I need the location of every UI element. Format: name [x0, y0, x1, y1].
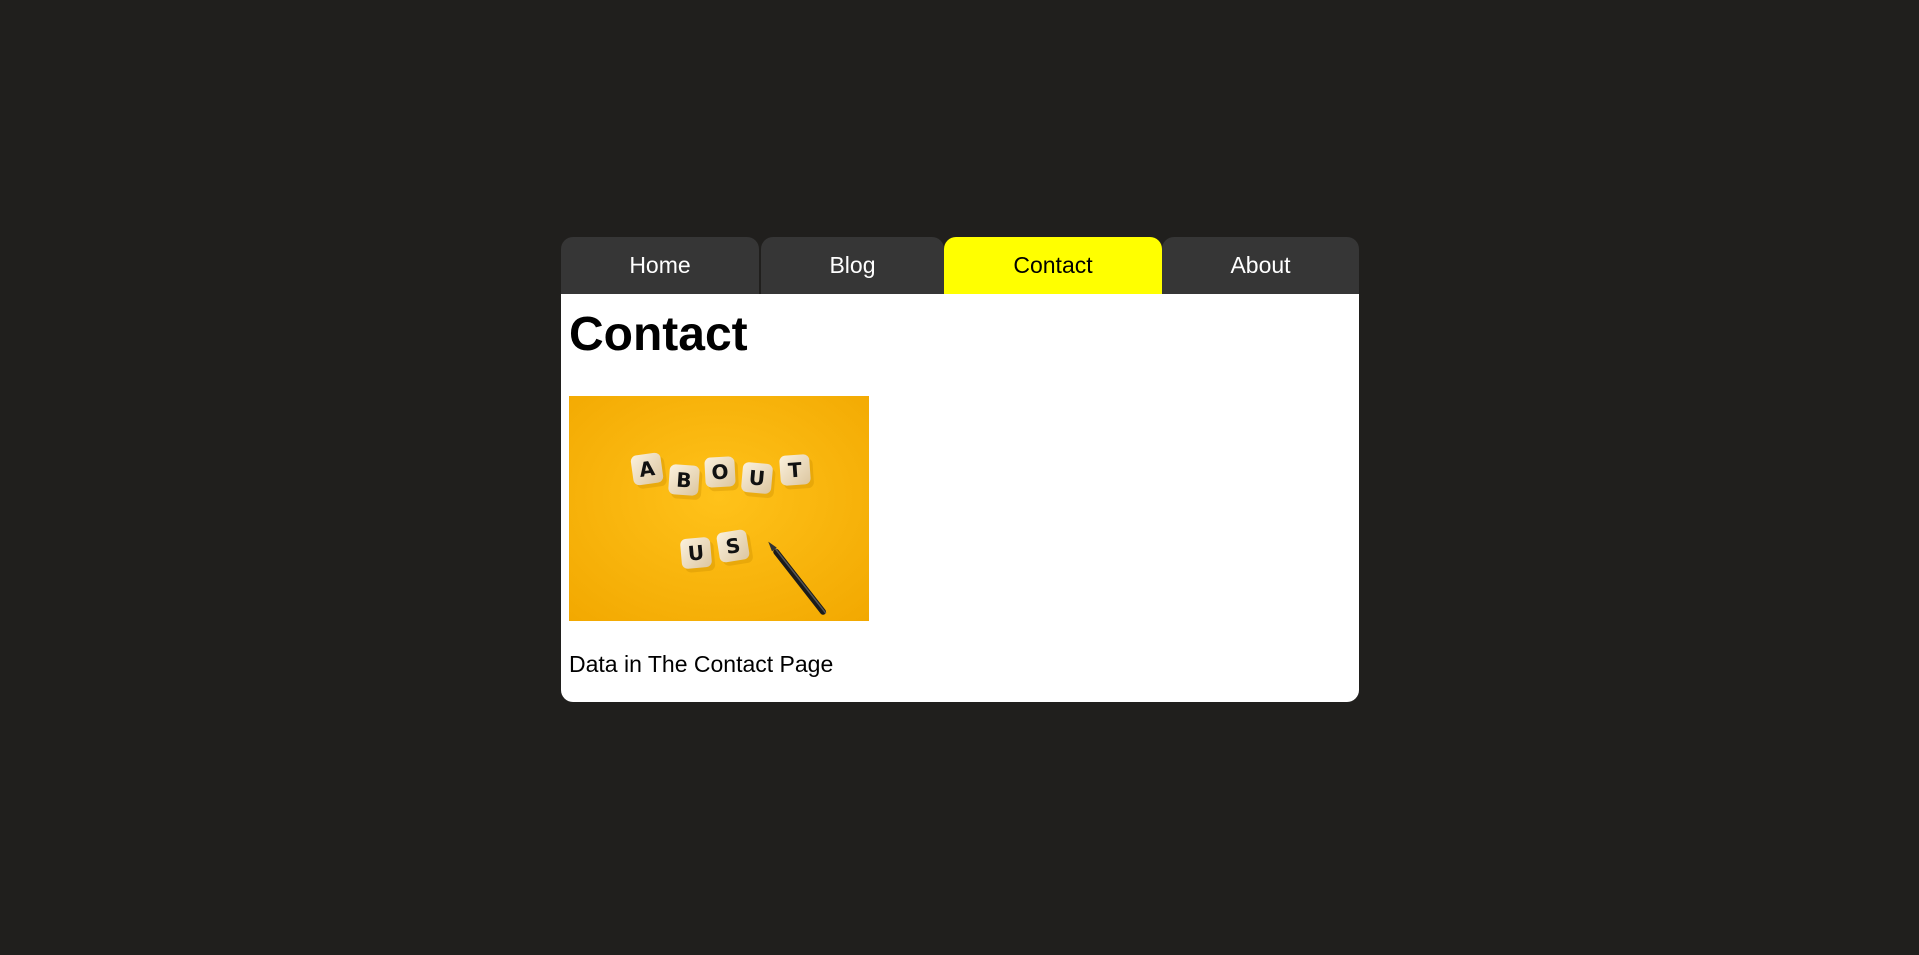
tab-panel: Contact A B O U T U S Data in The Contac…	[561, 294, 1359, 702]
dice-letter: U	[687, 540, 705, 565]
dice-letter: B	[676, 467, 693, 492]
tabs-widget: Home Blog Contact About Contact A B O U …	[561, 237, 1359, 702]
tab-contact[interactable]: Contact	[944, 237, 1162, 294]
tab-bar: Home Blog Contact About	[561, 237, 1359, 294]
dice-letter: U	[748, 465, 766, 490]
dice-letter: O	[711, 460, 729, 485]
panel-text: Data in The Contact Page	[569, 651, 834, 677]
about-us-photo: A B O U T U S	[569, 396, 869, 621]
tab-home[interactable]: Home	[561, 237, 759, 294]
tab-blog[interactable]: Blog	[761, 237, 944, 294]
panel-title: Contact	[569, 308, 748, 361]
tab-about[interactable]: About	[1162, 237, 1359, 294]
dice-letter: T	[787, 458, 803, 483]
